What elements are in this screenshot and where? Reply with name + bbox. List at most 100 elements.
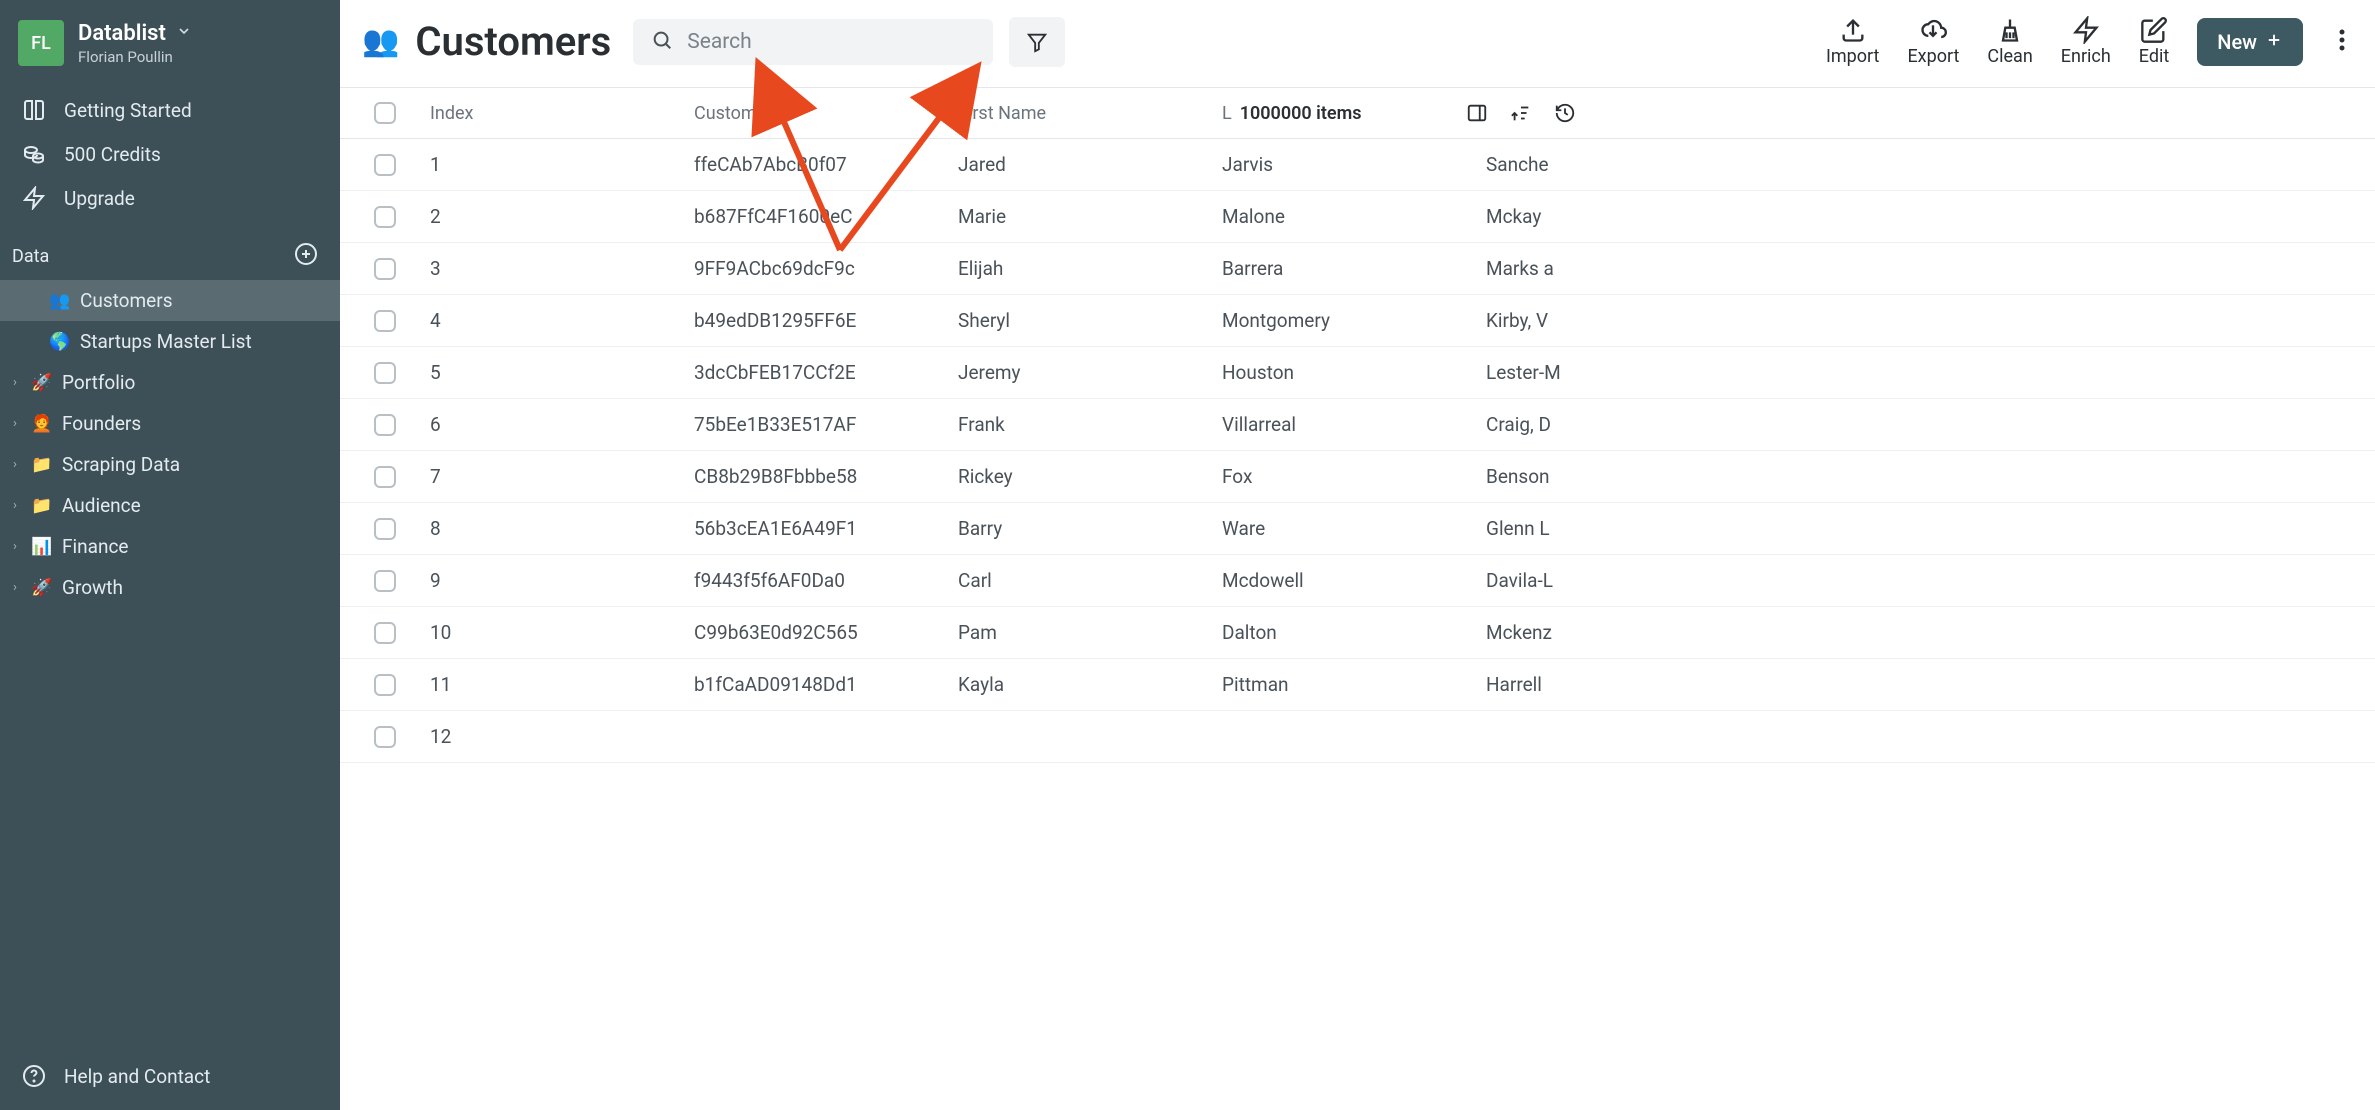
column-index[interactable]: Index bbox=[430, 89, 694, 138]
nav-emoji: 🚀 bbox=[30, 578, 54, 598]
nav-item[interactable]: ›🚀Growth bbox=[0, 567, 340, 608]
cell-customer-id: 3dcCbFEB17CCf2E bbox=[694, 347, 958, 398]
row-checkbox[interactable] bbox=[374, 726, 396, 748]
row-checkbox[interactable] bbox=[374, 154, 396, 176]
column-customer-id[interactable]: Customer Id bbox=[694, 89, 958, 138]
row-checkbox[interactable] bbox=[374, 310, 396, 332]
chevron-right-icon: › bbox=[8, 539, 22, 554]
cell-last-name: Ware bbox=[1222, 503, 1486, 554]
row-checkbox[interactable] bbox=[374, 362, 396, 384]
cell-first-name: Jeremy bbox=[958, 347, 1222, 398]
upload-icon bbox=[1839, 16, 1867, 44]
nav-emoji: 📊 bbox=[30, 537, 54, 557]
table-row[interactable]: 7CB8b29B8Fbbbe58RickeyFoxBenson bbox=[340, 451, 2375, 503]
coins-icon bbox=[22, 142, 46, 166]
broom-icon bbox=[1996, 16, 2024, 44]
export-button[interactable]: Export bbox=[1907, 16, 1959, 67]
add-collection-button[interactable] bbox=[294, 242, 318, 270]
nav-item[interactable]: 🌎Startups Master List bbox=[0, 321, 340, 362]
search-input[interactable] bbox=[687, 30, 975, 54]
columns-toggle-button[interactable] bbox=[1466, 102, 1488, 124]
edit-button[interactable]: Edit bbox=[2139, 16, 2169, 67]
cell-last-name: Mcdowell bbox=[1222, 555, 1486, 606]
sort-button[interactable] bbox=[1510, 102, 1532, 124]
cell-extra: Marks a bbox=[1486, 243, 1554, 294]
nav-item[interactable]: ›📁Audience bbox=[0, 485, 340, 526]
main-content: 👥 Customers Import Export Clean bbox=[340, 0, 2375, 1110]
cell-first-name: Elijah bbox=[958, 243, 1222, 294]
table-row[interactable]: 1ffeCAb7AbcB0f07JaredJarvisSanche bbox=[340, 139, 2375, 191]
row-checkbox[interactable] bbox=[374, 258, 396, 280]
row-checkbox[interactable] bbox=[374, 674, 396, 696]
table-row[interactable]: 10C99b63E0d92C565PamDaltonMckenz bbox=[340, 607, 2375, 659]
import-button[interactable]: Import bbox=[1826, 16, 1879, 67]
search-box[interactable] bbox=[633, 19, 993, 65]
more-menu-button[interactable] bbox=[2331, 20, 2353, 64]
nav-emoji: 📁 bbox=[30, 496, 54, 516]
cell-customer-id: b687FfC4F1600eC bbox=[694, 191, 958, 242]
chevron-right-icon: › bbox=[8, 498, 22, 513]
chevron-down-icon bbox=[176, 23, 192, 43]
sidebar-item[interactable]: 500 Credits bbox=[0, 132, 340, 176]
cell-extra: Craig, D bbox=[1486, 399, 1551, 450]
cell-first-name: Sheryl bbox=[958, 295, 1222, 346]
nav-item[interactable]: ›🧑‍🦰Founders bbox=[0, 403, 340, 444]
nav-emoji: 🌎 bbox=[48, 332, 72, 352]
table-row[interactable]: 675bEe1B33E517AFFrankVillarrealCraig, D bbox=[340, 399, 2375, 451]
items-count: 1000000 items bbox=[1240, 103, 1362, 124]
filter-button[interactable] bbox=[1009, 17, 1065, 67]
table-row[interactable]: 2b687FfC4F1600eCMarieMaloneMckay bbox=[340, 191, 2375, 243]
clean-button[interactable]: Clean bbox=[1987, 16, 2032, 67]
cell-extra: Davila-L bbox=[1486, 555, 1553, 606]
nav-item[interactable]: 👥Customers bbox=[0, 280, 340, 321]
cell-customer-id: b49edDB1295FF6E bbox=[694, 295, 958, 346]
table-row[interactable]: 12 bbox=[340, 711, 2375, 763]
cell-index: 9 bbox=[430, 555, 694, 606]
cell-extra: Glenn L bbox=[1486, 503, 1550, 554]
cell-customer-id: 75bEe1B33E517AF bbox=[694, 399, 958, 450]
sidebar: FL Datablist Florian Poullin Getting Sta… bbox=[0, 0, 340, 1110]
chevron-right-icon: › bbox=[8, 580, 22, 595]
page-icon: 👥 bbox=[362, 24, 399, 59]
table-row[interactable]: 856b3cEA1E6A49F1BarryWareGlenn L bbox=[340, 503, 2375, 555]
cell-extra: Harrell bbox=[1486, 659, 1542, 710]
cell-first-name: Frank bbox=[958, 399, 1222, 450]
row-checkbox[interactable] bbox=[374, 466, 396, 488]
column-first-name[interactable]: First Name bbox=[958, 89, 1222, 138]
table-row[interactable]: 39FF9ACbc69dcF9cElijahBarreraMarks a bbox=[340, 243, 2375, 295]
help-link[interactable]: Help and Contact bbox=[0, 1054, 340, 1098]
workspace-switcher[interactable]: FL Datablist Florian Poullin bbox=[0, 12, 340, 84]
cell-customer-id: 56b3cEA1E6A49F1 bbox=[694, 503, 958, 554]
row-checkbox[interactable] bbox=[374, 518, 396, 540]
nav-item[interactable]: ›🚀Portfolio bbox=[0, 362, 340, 403]
nav-item[interactable]: ›📊Finance bbox=[0, 526, 340, 567]
cell-last-name bbox=[1222, 723, 1486, 751]
cell-customer-id: b1fCaAD09148Dd1 bbox=[694, 659, 958, 710]
cell-customer-id bbox=[694, 723, 958, 751]
cell-customer-id: f9443f5f6AF0Da0 bbox=[694, 555, 958, 606]
row-checkbox[interactable] bbox=[374, 206, 396, 228]
avatar: FL bbox=[18, 20, 64, 66]
sidebar-item[interactable]: Upgrade bbox=[0, 176, 340, 220]
history-button[interactable] bbox=[1554, 102, 1576, 124]
cell-last-name: Fox bbox=[1222, 451, 1486, 502]
new-button[interactable]: New bbox=[2197, 18, 2303, 66]
sidebar-item[interactable]: Getting Started bbox=[0, 88, 340, 132]
table-row[interactable]: 9f9443f5f6AF0Da0CarlMcdowellDavila-L bbox=[340, 555, 2375, 607]
cell-index: 3 bbox=[430, 243, 694, 294]
row-checkbox[interactable] bbox=[374, 570, 396, 592]
enrich-button[interactable]: Enrich bbox=[2061, 16, 2111, 67]
nav-item[interactable]: ›📁Scraping Data bbox=[0, 444, 340, 485]
table-row[interactable]: 11b1fCaAD09148Dd1KaylaPittmanHarrell bbox=[340, 659, 2375, 711]
row-checkbox[interactable] bbox=[374, 622, 396, 644]
nav-emoji: 🚀 bbox=[30, 373, 54, 393]
cell-extra: Sanche bbox=[1486, 139, 1549, 190]
cell-index: 12 bbox=[430, 711, 694, 762]
nav-emoji: 👥 bbox=[48, 291, 72, 311]
table-row[interactable]: 53dcCbFEB17CCf2EJeremyHoustonLester-M bbox=[340, 347, 2375, 399]
table-row[interactable]: 4b49edDB1295FF6ESherylMontgomeryKirby, V bbox=[340, 295, 2375, 347]
select-all-checkbox[interactable] bbox=[374, 102, 396, 124]
cell-customer-id: C99b63E0d92C565 bbox=[694, 607, 958, 658]
row-checkbox[interactable] bbox=[374, 414, 396, 436]
cell-last-name: Pittman bbox=[1222, 659, 1486, 710]
